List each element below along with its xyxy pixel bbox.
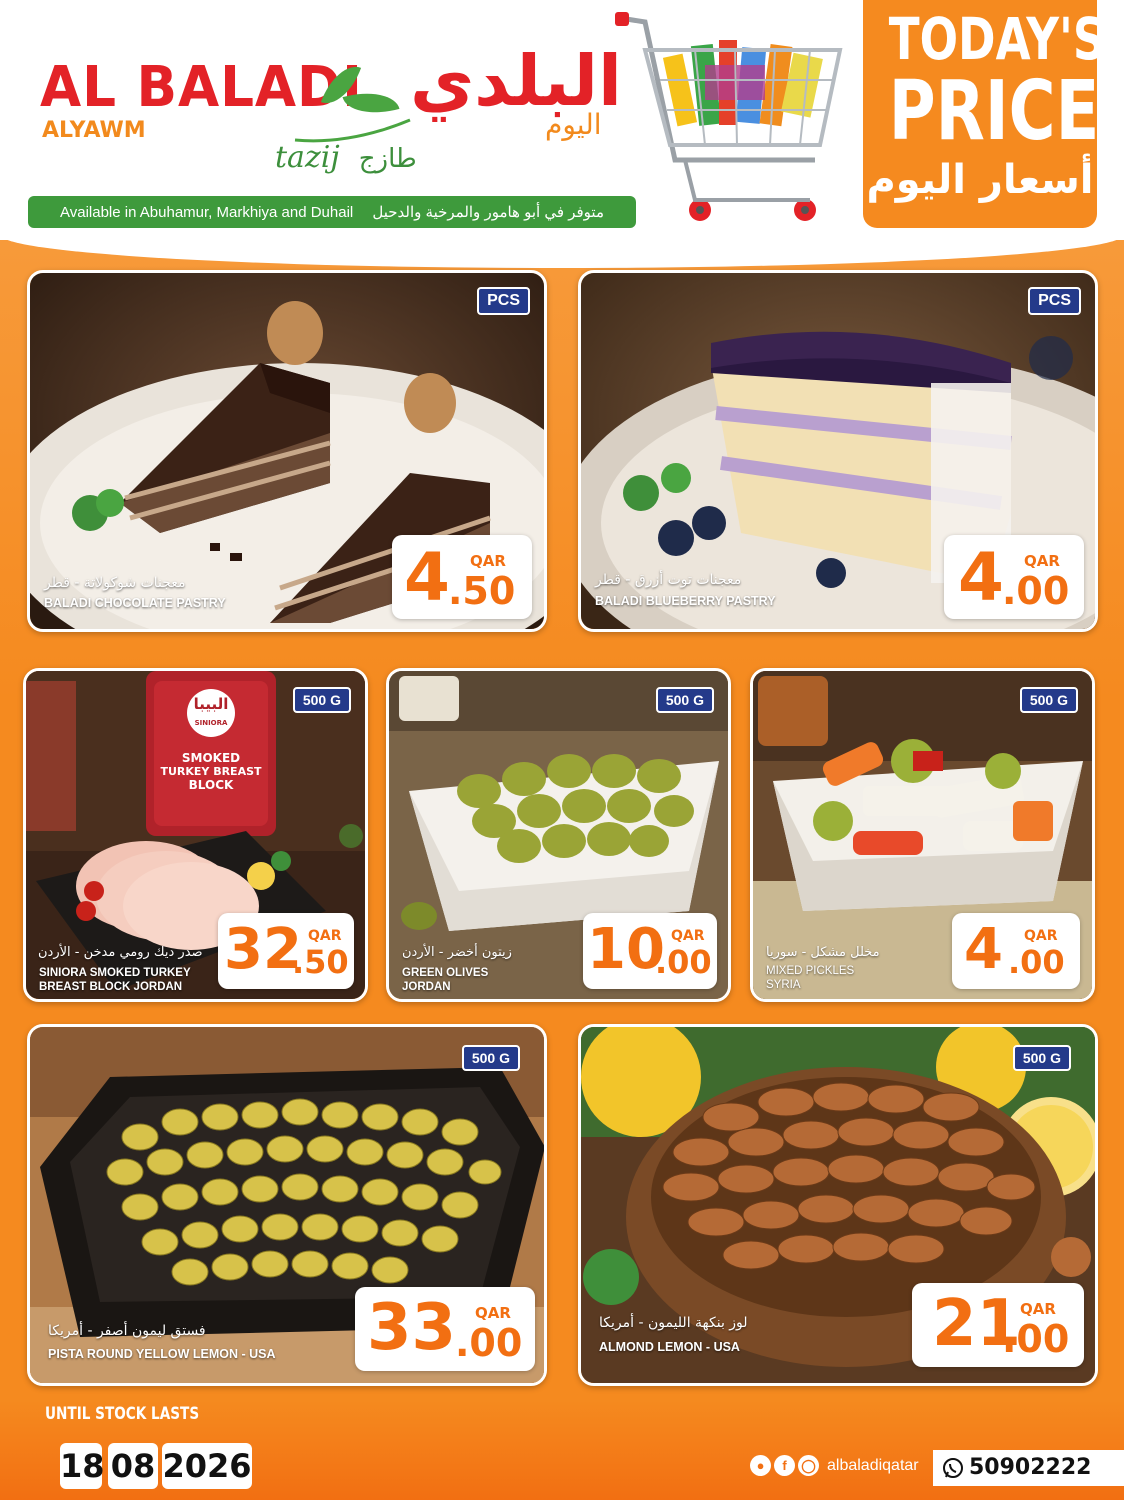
- todays-title: TODAY'S: [888, 5, 1097, 73]
- currency-label: QAR: [470, 552, 506, 570]
- product-name-ar: مخلل مشكل - سوريا: [766, 945, 880, 960]
- currency-label: QAR: [671, 928, 705, 944]
- phone-number: 50902222: [969, 1455, 1092, 1480]
- product-card[interactable]: 500 G لوز بنكهة الليمون - أمريكا ALMOND …: [578, 1024, 1098, 1386]
- brand-sub-en: ALYAWM: [42, 118, 146, 143]
- unit-badge: PCS: [477, 287, 530, 315]
- package-line-2: TURKEY BREAST: [160, 765, 262, 778]
- product-name-en: BALADI CHOCOLATE PASTRY: [44, 596, 226, 610]
- product-card[interactable]: PCS معجنات شوكولاتة - قطر BALADI CHOCOLA…: [27, 270, 547, 632]
- unit-badge: 500 G: [655, 687, 714, 713]
- product-name-en: SINIORA SMOKED TURKEY: [39, 967, 191, 979]
- price-integer: 33: [367, 1291, 457, 1365]
- price-integer: 4: [964, 917, 1003, 982]
- price-tag: 10 QAR .00: [583, 913, 717, 989]
- product-name-en-2: SYRIA: [766, 979, 801, 991]
- price-decimal: .00: [1002, 1317, 1070, 1361]
- tazij-logo: tazij طازج: [275, 140, 417, 175]
- currency-label: QAR: [475, 1304, 511, 1322]
- unit-badge: 500 G: [1019, 687, 1078, 713]
- tazij-ar: طازج: [358, 144, 417, 174]
- unit-badge: 500 G: [292, 687, 351, 713]
- header-curve: [0, 228, 1124, 268]
- package-brand-ar: البيبا: [193, 695, 229, 713]
- price-decimal: .00: [1002, 569, 1070, 613]
- tazij-en: tazij: [275, 140, 340, 175]
- product-card[interactable]: البيبا SINIORA SMOKED TURKEY BREAST BLOCK…: [23, 668, 368, 1002]
- availability-banner: Available in Abuhamur, Markhiya and Duha…: [28, 196, 636, 228]
- price-decimal: .50: [448, 569, 516, 613]
- date-year: 2026: [162, 1443, 252, 1489]
- product-card[interactable]: 500 G زيتون أخضر - الأردن GREEN OLIVES J…: [386, 668, 731, 1002]
- price-tag: 32 QAR .50: [218, 913, 354, 989]
- package-line-1: SMOKED: [181, 751, 241, 765]
- shopping-cart-icon: [615, 12, 843, 221]
- product-name-ar: فستق ليمون أصفر - أمريكا: [48, 1323, 206, 1339]
- date-month: 08: [108, 1443, 158, 1489]
- unit-badge: 500 G: [461, 1045, 520, 1071]
- product-name-en: ALMOND LEMON - USA: [599, 1340, 740, 1354]
- product-card[interactable]: 500 G فستق ليمون أصفر - أمريكا PISTA ROU…: [27, 1024, 547, 1386]
- product-name-en: PISTA ROUND YELLOW LEMON - USA: [48, 1347, 276, 1361]
- currency-label: QAR: [1024, 928, 1058, 944]
- date-day: 18: [60, 1443, 105, 1489]
- product-name-en: GREEN OLIVES: [402, 967, 489, 979]
- todays-prices-box: TODAY'S PRICES أسعار اليوم: [863, 0, 1097, 228]
- product-name-ar: معجنات شوكولاتة - قطر: [44, 575, 186, 591]
- price-integer: 10: [587, 917, 665, 982]
- price-integer: 4: [958, 539, 1004, 616]
- prices-title: PRICES: [888, 64, 1097, 159]
- unit-badge: 500 G: [1012, 1045, 1071, 1071]
- price-decimal: .00: [1008, 943, 1065, 981]
- unit-badge: PCS: [1028, 287, 1081, 315]
- until-stock-lasts: UNTIL STOCK LASTS: [45, 1404, 200, 1424]
- product-card[interactable]: 500 G مخلل مشكل - سوريا MIXED PICKLES SY…: [750, 668, 1095, 1002]
- todays-prices-ar: أسعار اليوم: [866, 157, 1094, 203]
- product-name-en: MIXED PICKLES: [766, 965, 855, 977]
- phone-box[interactable]: 50902222: [933, 1450, 1124, 1486]
- availability-en: Available in Abuhamur, Markhiya and Duha…: [60, 203, 354, 221]
- price-tag: 4 QAR .00: [944, 535, 1084, 619]
- currency-label: QAR: [1020, 1300, 1056, 1318]
- currency-label: QAR: [1024, 552, 1060, 570]
- price-tag: 33 QAR .00: [355, 1287, 535, 1371]
- brand-sub-ar: اليوم: [545, 108, 602, 141]
- price-decimal: .00: [455, 1321, 523, 1365]
- header: AL BALADI ALYAWM البلدي اليوم tazij طازج…: [0, 0, 1124, 240]
- product-name-ar: معجنات توت أزرق - قطر: [595, 572, 742, 588]
- product-name-ar: لوز بنكهة الليمون - أمريكا: [599, 1315, 748, 1331]
- price-tag: 4 QAR .00: [952, 913, 1080, 989]
- snapchat-icon[interactable]: ●: [750, 1455, 771, 1476]
- price-tag: 4 QAR .50: [392, 535, 532, 619]
- product-name-en-2: BREAST BLOCK JORDAN: [39, 981, 183, 993]
- price-integer: 4: [404, 539, 450, 616]
- whatsapp-icon: [943, 1458, 963, 1478]
- instagram-icon[interactable]: ◯: [798, 1455, 819, 1476]
- price-decimal: .00: [655, 943, 712, 981]
- product-package: البيبا SINIORA SMOKED TURKEY BREAST BLOCK: [154, 681, 268, 826]
- product-name-en-2: JORDAN: [402, 981, 451, 993]
- currency-label: QAR: [308, 928, 342, 944]
- price-integer: 32: [224, 917, 302, 982]
- price-decimal: .50: [292, 943, 349, 981]
- package-line-3: BLOCK: [188, 778, 234, 792]
- package-brand-en: SINIORA: [194, 719, 228, 727]
- package-logo-icon: البيبا SINIORA: [187, 689, 235, 737]
- product-card[interactable]: PCS معجنات توت أزرق - قطر BALADI BLUEBER…: [578, 270, 1098, 632]
- social-handle[interactable]: albaladiqatar: [827, 1457, 919, 1475]
- product-name-en: BALADI BLUEBERRY PASTRY: [595, 594, 776, 608]
- social-links: ● f ◯ albaladiqatar: [750, 1455, 919, 1476]
- price-tag: 21 QAR .00: [912, 1283, 1084, 1367]
- facebook-icon[interactable]: f: [774, 1455, 795, 1476]
- availability-ar: متوفر في أبو هامور والمرخية والدحيل: [372, 204, 604, 221]
- product-name-ar: صدر ديك رومي مدخن - الأردن: [38, 945, 203, 960]
- product-name-ar: زيتون أخضر - الأردن: [402, 945, 512, 960]
